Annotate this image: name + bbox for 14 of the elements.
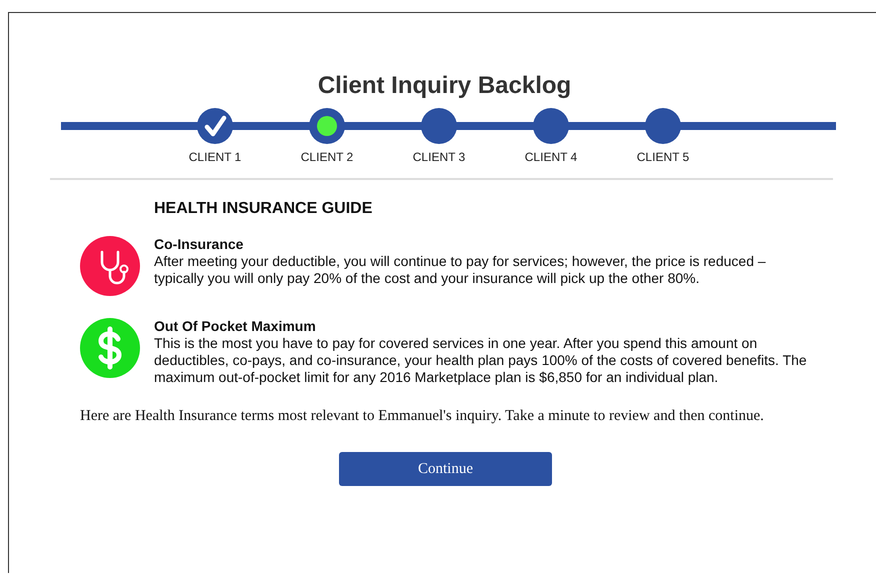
step-label: CLIENT 5 xyxy=(636,150,690,164)
term-description: After meeting your deductible, you will continue to pay for services; however, the price is reduced – typically you will only pay 20% of the cost and your insurance will pick up the other 80%. xyxy=(154,253,767,287)
page-title: Client Inquiry Backlog xyxy=(316,71,572,101)
term-description: This is the most you have to pay for covered services in one year. After you spend this amount on deductibles, co-pays, and co-insurance, your health plan pays 100% of the costs of covered benefits. The maximum out-of-pocket limit for any 2016 Marketplace plan is $6,850 for an individual plan. xyxy=(154,335,808,386)
step-label: CLIENT 3 xyxy=(412,150,466,164)
term-title: Co-Insurance xyxy=(154,236,244,253)
check-icon xyxy=(203,114,227,138)
section-heading: HEALTH INSURANCE GUIDE xyxy=(154,200,374,218)
continue-button[interactable]: Continue xyxy=(339,452,552,486)
step-label: CLIENT 2 xyxy=(300,150,354,164)
step-label: CLIENT 4 xyxy=(524,150,578,164)
instruction-text: Here are Health Insurance terms most relevant to Emmanuel's inquiry. Take a minute to review and then continue. xyxy=(80,408,765,425)
step-label: CLIENT 1 xyxy=(188,150,242,164)
term-title: Out Of Pocket Maximum xyxy=(154,318,317,335)
